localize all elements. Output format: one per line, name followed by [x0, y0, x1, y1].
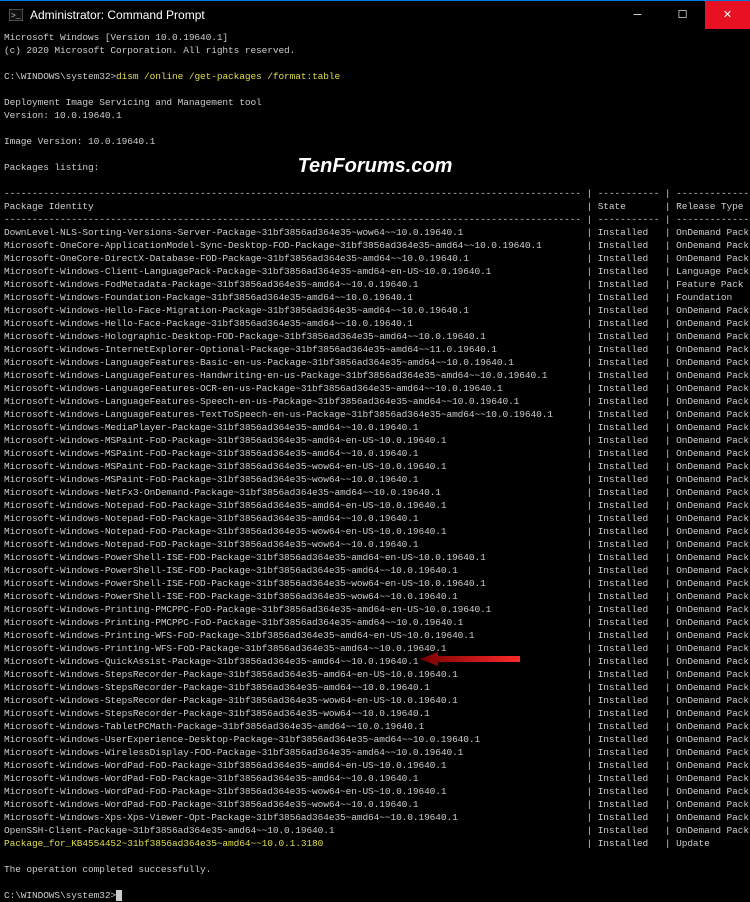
titlebar[interactable]: >_ Administrator: Command Prompt ─ ☐ ✕ — [0, 0, 750, 28]
cmd-icon: >_ — [8, 7, 24, 23]
terminal-output[interactable]: Microsoft Windows [Version 10.0.19640.1]… — [0, 28, 750, 902]
window-title: Administrator: Command Prompt — [30, 8, 615, 22]
svg-text:>_: >_ — [11, 12, 21, 21]
maximize-button[interactable]: ☐ — [660, 1, 705, 29]
close-button[interactable]: ✕ — [705, 1, 750, 29]
minimize-button[interactable]: ─ — [615, 1, 660, 29]
